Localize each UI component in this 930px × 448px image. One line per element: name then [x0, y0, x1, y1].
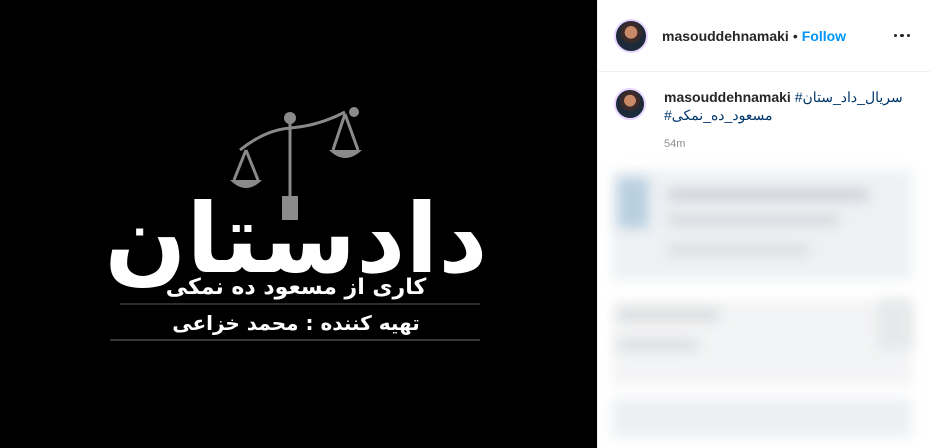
caption-body: masouddehnamaki #سریال_داد_ستان #مسعود_د…: [664, 88, 904, 124]
hashtag-link[interactable]: #مسعود_ده_نمکی: [664, 107, 773, 123]
hashtag-link[interactable]: #سریال_داد_ستان: [795, 89, 903, 105]
poster-image: دادستان کاری از مسعود ده نمکی تهیه کننده…: [104, 107, 488, 341]
more-options-icon[interactable]: [890, 24, 914, 48]
post-media[interactable]: دادستان کاری از مسعود ده نمکی تهیه کننده…: [0, 0, 597, 448]
caption: masouddehnamaki #سریال_داد_ستان #مسعود_د…: [598, 72, 930, 124]
poster-producer: تهیه کننده : محمد خزاعی: [172, 311, 420, 335]
post-side-panel: masouddehnamaki • Follow masouddehnamaki…: [597, 0, 930, 448]
caption-avatar[interactable]: [614, 88, 646, 120]
username-link[interactable]: masouddehnamaki: [662, 28, 789, 44]
post-header: masouddehnamaki • Follow: [598, 0, 930, 72]
caption-username[interactable]: masouddehnamaki: [664, 89, 791, 105]
follow-button[interactable]: Follow: [802, 28, 846, 44]
post-timestamp: 54m: [664, 138, 686, 150]
poster-subtitle: کاری از مسعود ده نمکی: [166, 275, 427, 300]
avatar[interactable]: [614, 18, 648, 53]
separator-dot: •: [792, 27, 798, 44]
